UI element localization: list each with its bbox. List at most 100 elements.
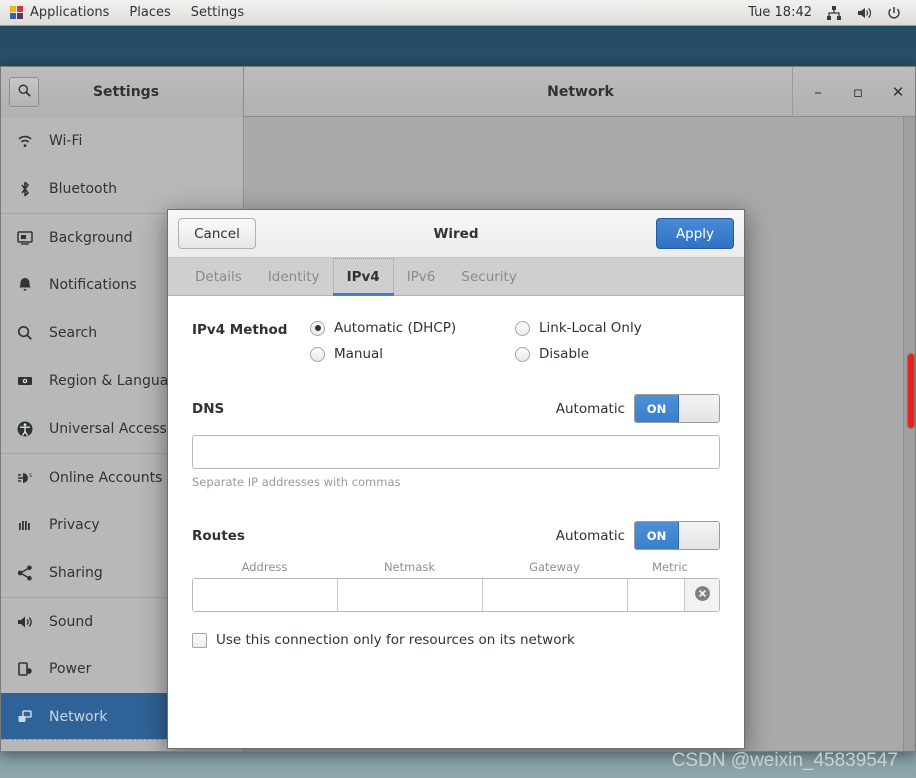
dialog-tabs: Details Identity IPv4 IPv6 Security (168, 258, 744, 296)
radio-label: Disable (539, 346, 590, 362)
dns-input[interactable] (192, 435, 720, 469)
routes-section-header: Routes Automatic ON (192, 521, 720, 550)
routes-automatic-switch[interactable]: ON (634, 521, 720, 550)
bluetooth-icon (15, 179, 35, 199)
sidebar-item-label: Search (49, 325, 98, 341)
search-icon (15, 323, 35, 343)
applications-menu-label: Applications (30, 5, 110, 20)
settings-app-title: Settings (92, 84, 160, 100)
scrollbar-thumb[interactable] (907, 353, 915, 429)
online-accounts-icon: s (15, 468, 35, 488)
route-metric-input[interactable] (628, 579, 684, 611)
radio-disable[interactable]: Disable (515, 346, 720, 362)
maximize-button[interactable]: ▫ (847, 81, 869, 103)
dns-automatic-switch[interactable]: ON (634, 394, 720, 423)
radio-indicator (515, 346, 530, 362)
sidebar-item-label: Power (49, 661, 92, 677)
network-wired-icon[interactable] (826, 5, 842, 21)
privacy-icon (15, 515, 35, 535)
restrict-connection-checkbox[interactable] (192, 632, 207, 648)
window-titlebar: Settings Network – ▫ ✕ (1, 67, 915, 117)
places-menu[interactable]: Places (119, 0, 180, 26)
clock[interactable]: Tue 18:42 (748, 5, 812, 20)
search-button[interactable] (9, 77, 39, 107)
sidebar-item-wifi[interactable]: Wi-Fi (1, 117, 243, 165)
switch-state-label: ON (635, 395, 679, 422)
dns-label: DNS (192, 400, 225, 417)
settings-menu-label: Settings (190, 5, 245, 20)
dialog-header: Cancel Wired Apply (168, 210, 744, 258)
sidebar-item-label: Notifications (49, 277, 137, 293)
radio-label: Manual (334, 346, 384, 362)
sidebar-item-bluetooth[interactable]: Bluetooth (1, 165, 243, 213)
power-battery-icon (15, 659, 35, 679)
radio-manual[interactable]: Manual (310, 346, 515, 362)
universal-access-icon (15, 419, 35, 439)
ipv4-method-label: IPv4 Method (192, 322, 288, 338)
tab-details[interactable]: Details (182, 258, 255, 295)
vertical-scrollbar[interactable] (903, 117, 915, 751)
sidebar-item-label: Universal Access (49, 421, 167, 437)
sidebar-item-label: Background (49, 229, 133, 246)
sidebar-item-label: Network (49, 709, 108, 725)
sidebar-item-label: Sound (49, 613, 94, 630)
dialog-body: IPv4 Method Automatic (DHCP) Link-Local … (168, 296, 744, 748)
column-header-address: Address (241, 560, 288, 574)
close-button[interactable]: ✕ (887, 81, 909, 103)
switch-knob (679, 522, 719, 549)
settings-window: Settings Network – ▫ ✕ Wi-Fi Bluetooth B… (0, 66, 916, 752)
panel-status-area: Tue 18:42 (748, 5, 916, 21)
radio-automatic-dhcp[interactable]: Automatic (DHCP) (310, 320, 515, 336)
tab-identity[interactable]: Identity (255, 258, 333, 295)
svg-text:s: s (29, 472, 32, 479)
dialog-title: Wired (433, 225, 479, 242)
sidebar-header: Settings (1, 67, 244, 117)
apply-button[interactable]: Apply (656, 218, 734, 249)
remove-circle-icon (694, 585, 711, 606)
radio-link-local-only[interactable]: Link-Local Only (515, 320, 720, 336)
sidebar-item-label: Bluetooth (49, 181, 117, 197)
restrict-connection-label: Use this connection only for resources o… (216, 632, 575, 648)
route-gateway-input[interactable] (483, 579, 628, 611)
sidebar-item-label: Wi-Fi (49, 133, 83, 149)
column-header-metric: Metric (652, 560, 688, 574)
background-monitor-icon (15, 228, 35, 248)
column-header-gateway: Gateway (529, 560, 580, 574)
settings-menu[interactable]: Settings (181, 0, 254, 26)
wired-settings-dialog: Cancel Wired Apply Details Identity IPv4… (167, 209, 745, 749)
radio-label: Automatic (DHCP) (334, 320, 457, 336)
sidebar-item-label: Region & Language (49, 373, 186, 389)
sidebar-item-label: Privacy (49, 517, 100, 533)
route-netmask-input[interactable] (338, 579, 483, 611)
radio-indicator (310, 346, 325, 362)
tab-ipv6[interactable]: IPv6 (394, 258, 449, 295)
places-menu-label: Places (129, 5, 171, 20)
routes-automatic-label: Automatic (555, 527, 625, 544)
sidebar-item-label: Sharing (49, 565, 103, 581)
volume-icon[interactable] (856, 5, 872, 21)
table-row (192, 578, 720, 612)
column-header-netmask: Netmask (383, 560, 436, 574)
radio-label: Link-Local Only (539, 320, 642, 336)
applications-menu[interactable]: Applications (0, 0, 119, 26)
routes-label: Routes (192, 527, 245, 544)
minimize-button[interactable]: – (807, 81, 829, 103)
tab-security[interactable]: Security (448, 258, 529, 295)
search-icon (17, 83, 32, 102)
routes-column-headers: Address Netmask Gateway Metric (192, 560, 720, 574)
remove-route-button[interactable] (684, 579, 719, 611)
dns-section-header: DNS Automatic ON (192, 394, 720, 423)
sound-icon (15, 612, 35, 632)
network-icon (15, 707, 35, 727)
restrict-connection-row[interactable]: Use this connection only for resources o… (192, 632, 720, 648)
ipv4-method-options: Automatic (DHCP) Link-Local Only Manual … (310, 320, 720, 362)
cancel-button[interactable]: Cancel (178, 218, 256, 249)
power-icon[interactable] (886, 5, 902, 21)
dns-automatic-label: Automatic (555, 400, 625, 417)
top-panel: Applications Places Settings Tue 18:42 (0, 0, 916, 26)
switch-state-label: ON (635, 522, 679, 549)
applications-icon (10, 5, 24, 20)
tab-ipv4[interactable]: IPv4 (332, 258, 394, 296)
route-address-input[interactable] (193, 579, 338, 611)
bell-icon (15, 275, 35, 295)
